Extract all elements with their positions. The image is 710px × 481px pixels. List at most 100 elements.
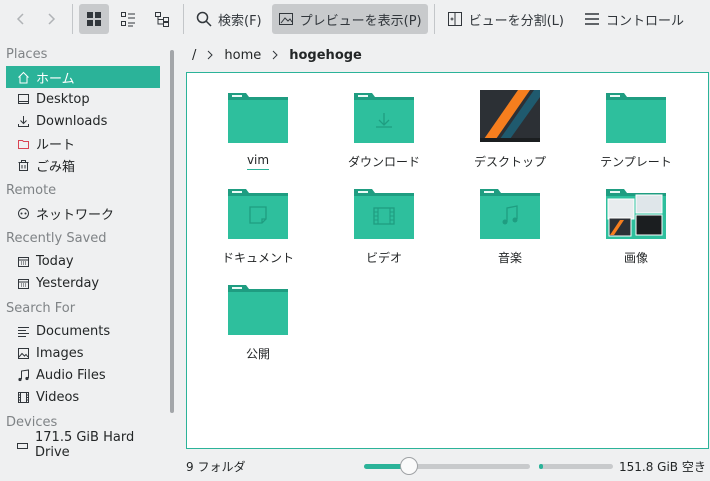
place-label: ルート [36,137,76,153]
preview-button[interactable]: プレビューを表示(P) [271,4,428,34]
split-view-icon [447,11,463,27]
place-item-images[interactable]: Images [6,342,160,364]
icons-view-button[interactable] [79,4,109,34]
places-panel: Places ホーム Desktop Downloads ルート ごみ箱 Rem… [0,40,166,481]
folder-icon [606,89,666,143]
control-label: コントロール [606,13,685,29]
folder-document-icon [228,185,288,239]
place-label: ホーム [36,71,75,87]
home-icon [16,70,30,84]
place-item-yesterday[interactable]: Yesterday [6,272,160,294]
section-title: Recently Saved [6,231,107,246]
trash-icon [16,158,30,172]
place-item-documents[interactable]: Documents [6,320,160,342]
forward-button[interactable] [36,4,66,34]
hamburger-menu-icon [584,11,600,27]
tree-view-button[interactable] [147,4,177,34]
section-places: Places ホーム Desktop Downloads ルート ごみ箱 [0,44,166,176]
file-view[interactable]: vim ダウンロード デスクトップ テンプレート ドキュメント ビデオ 音楽 画… [186,72,709,449]
section-devices: Devices 171.5 GiB Hard Drive [0,412,166,460]
file-label: ドキュメント [221,251,294,265]
place-label: Audio Files [36,367,106,383]
toolbar: 検索(F) プレビューを表示(P) ビューを分割(L) コントロール [0,0,710,38]
free-space-bar [539,464,613,469]
file-item-vim[interactable]: vim [203,89,313,181]
file-label: テンプレート [600,155,672,169]
file-item-videos[interactable]: ビデオ [329,185,439,277]
status-bar: 9 フォルダ 151.8 GiB 空き [186,456,706,476]
place-item-hard-drive[interactable]: 171.5 GiB Hard Drive [6,430,160,460]
search-icon [196,11,212,27]
place-item-videos[interactable]: Videos [6,386,160,408]
calendar-icon [16,276,30,290]
search-label: 検索(F) [218,13,262,29]
place-label: Documents [36,323,111,339]
chevron-left-icon [14,12,28,26]
file-label: ビデオ [365,251,402,265]
place-label: ネットワーク [36,207,115,223]
breadcrumb-home[interactable]: home [224,48,261,63]
music-icon [16,368,30,382]
split-view-button[interactable]: ビューを分割(L) [441,4,570,34]
control-button[interactable]: コントロール [578,4,690,34]
search-button[interactable]: 検索(F) [190,4,268,34]
preview-label: プレビューを表示(P) [299,13,422,29]
section-remote: Remote ネットワーク [0,180,166,224]
folder-pictures-icon [606,185,666,239]
place-item-network[interactable]: ネットワーク [6,202,160,224]
file-item-pictures[interactable]: 画像 [581,185,691,277]
breadcrumb-current[interactable]: hogehoge [289,48,362,63]
place-item-downloads[interactable]: Downloads [6,110,160,132]
place-label: Yesterday [36,275,100,291]
file-label: 公開 [245,347,270,361]
folder-video-icon [354,185,414,239]
toolbar-separator [433,4,435,34]
file-item-documents[interactable]: ドキュメント [203,185,313,277]
file-item-public[interactable]: 公開 [203,281,313,373]
breadcrumb-root[interactable]: / [186,48,196,63]
calendar-icon [16,254,30,268]
sidebar-scrollbar[interactable] [170,50,174,413]
place-item-trash[interactable]: ごみ箱 [6,154,160,176]
split-view-label: ビューを分割(L) [468,13,564,29]
folder-music-icon [480,185,540,239]
compact-view-icon [120,11,136,27]
document-icon [16,324,30,338]
section-title: Search For [6,301,76,316]
compact-view-button[interactable] [113,4,143,34]
toolbar-separator [183,4,184,34]
section-recently-saved: Recently Saved Today Yesterday [0,228,166,294]
place-item-audio[interactable]: Audio Files [6,364,160,386]
network-icon [16,206,30,220]
folder-download-icon [354,89,414,143]
place-label: ごみ箱 [36,159,76,175]
file-item-downloads[interactable]: ダウンロード [329,89,439,181]
place-label: 171.5 GiB Hard Drive [35,430,135,460]
section-title: Remote [6,183,57,198]
toolbar-separator [72,4,73,34]
free-space-fill [539,464,544,469]
chevron-right-icon [44,12,58,26]
place-item-desktop[interactable]: Desktop [6,88,160,110]
folder-icon [228,89,288,143]
tree-view-icon [154,11,170,27]
desktop-icon [16,92,30,106]
zoom-slider[interactable] [364,457,530,475]
place-item-today[interactable]: Today [6,250,160,272]
place-label: Images [36,345,84,361]
chevron-right-icon [206,50,214,60]
file-item-templates[interactable]: テンプレート [581,89,691,181]
file-label: デスクトップ [473,155,546,169]
free-space-label: 151.8 GiB 空き [619,460,706,474]
zoom-slider-handle[interactable] [399,457,418,475]
file-item-desktop[interactable]: デスクトップ [455,89,565,181]
file-item-music[interactable]: 音楽 [455,185,565,277]
place-item-root[interactable]: ルート [6,132,160,154]
section-title: Places [6,47,48,62]
place-item-home[interactable]: ホーム [6,66,160,88]
folder-count: 9 フォルダ [186,459,246,474]
video-icon [16,390,30,404]
chevron-right-icon [271,50,279,60]
back-button[interactable] [6,4,36,34]
breadcrumb: / home hogehoge [186,44,362,66]
